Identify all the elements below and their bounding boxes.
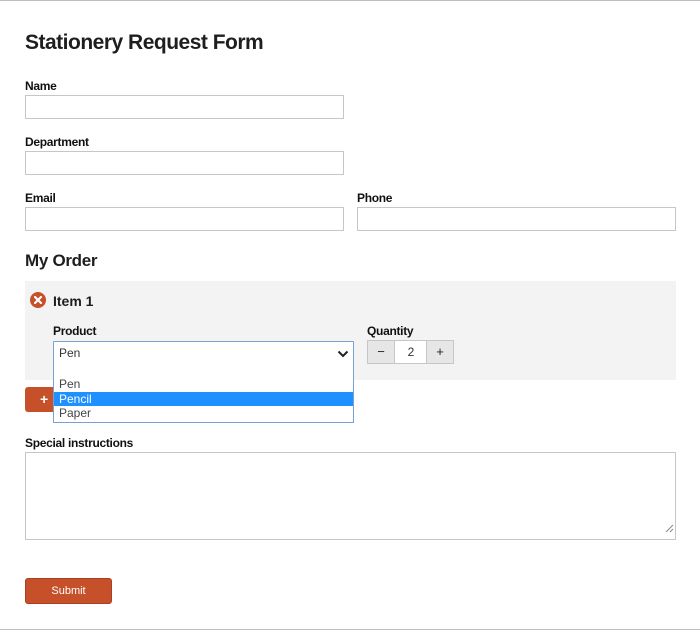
- quantity-input[interactable]: 2: [395, 341, 427, 363]
- quantity-stepper: − 2 +: [367, 340, 454, 364]
- page-title: Stationery Request Form: [25, 31, 264, 54]
- instructions-textarea[interactable]: [25, 452, 676, 540]
- phone-label: Phone: [357, 191, 393, 205]
- product-select-value: Pen: [59, 346, 81, 360]
- quantity-label: Quantity: [367, 324, 414, 338]
- resize-handle-icon[interactable]: [665, 520, 674, 538]
- instructions-label: Special instructions: [25, 436, 134, 450]
- name-label: Name: [25, 79, 57, 93]
- phone-field[interactable]: [357, 207, 676, 231]
- order-heading: My Order: [25, 251, 98, 270]
- remove-item-icon[interactable]: [30, 292, 46, 308]
- dropdown-option-pencil[interactable]: Pencil: [54, 392, 353, 406]
- name-field[interactable]: [25, 95, 344, 119]
- item-title: Item 1: [53, 293, 94, 309]
- quantity-decrement-button[interactable]: −: [368, 341, 395, 363]
- department-label: Department: [25, 135, 89, 149]
- submit-button[interactable]: Submit: [25, 578, 112, 604]
- plus-icon: +: [40, 391, 49, 407]
- product-select[interactable]: Pen: [53, 341, 354, 364]
- quantity-increment-button[interactable]: +: [426, 341, 453, 363]
- dropdown-option-paper[interactable]: Paper: [54, 406, 353, 420]
- dropdown-option-pen[interactable]: Pen: [54, 377, 353, 391]
- product-dropdown-list: Pen Pencil Paper: [53, 363, 354, 423]
- email-label: Email: [25, 191, 56, 205]
- product-label: Product: [53, 324, 97, 338]
- department-field[interactable]: [25, 151, 344, 175]
- email-field[interactable]: [25, 207, 344, 231]
